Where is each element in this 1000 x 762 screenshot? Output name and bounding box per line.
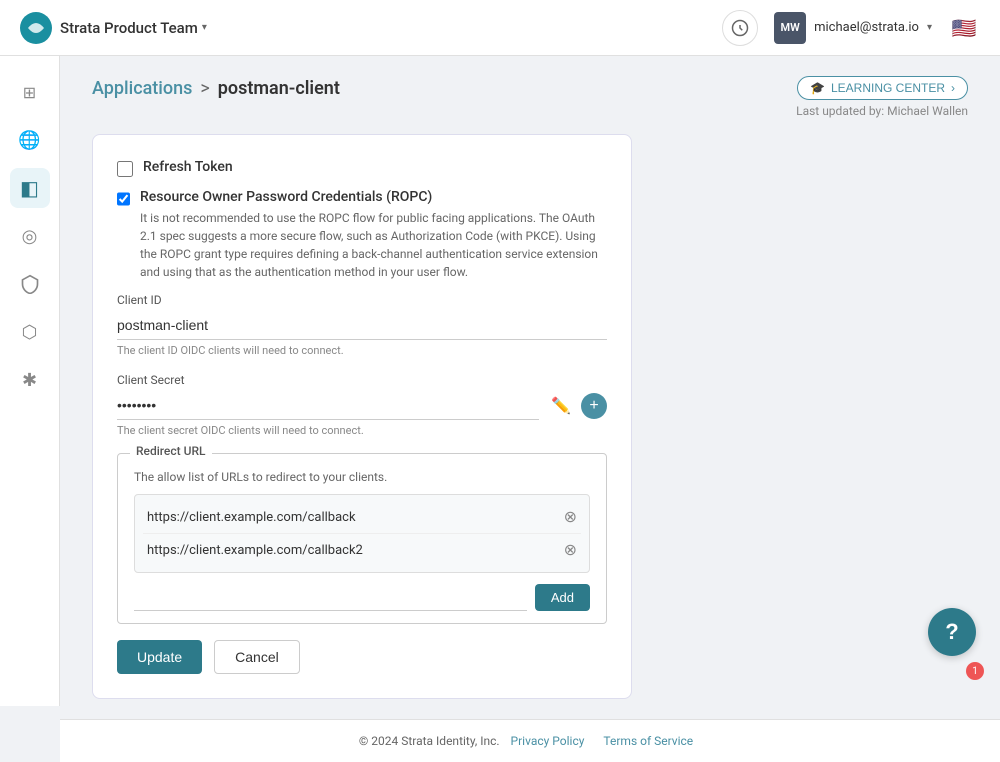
action-row: Update Cancel <box>117 640 607 674</box>
settings-card: Refresh Token Resource Owner Password Cr… <box>92 134 632 699</box>
footer: © 2024 Strata Identity, Inc. Privacy Pol… <box>60 719 1000 762</box>
client-id-group: Client ID The client ID OIDC clients wil… <box>117 293 607 357</box>
add-url-row: Add <box>134 583 590 611</box>
client-secret-label: Client Secret <box>117 373 607 387</box>
logo-icon <box>20 12 52 44</box>
help-badge: 1 <box>966 662 984 680</box>
user-menu[interactable]: MW michael@strata.io ▾ <box>774 12 932 44</box>
add-url-input[interactable] <box>134 583 527 611</box>
client-secret-input[interactable] <box>117 391 539 420</box>
ropc-checkbox[interactable] <box>117 191 130 207</box>
add-secret-button[interactable]: + <box>581 393 607 419</box>
org-name-label: Strata Product Team <box>60 19 198 37</box>
cancel-button[interactable]: Cancel <box>214 640 300 674</box>
add-url-button[interactable]: Add <box>535 584 590 611</box>
sidebar-item-settings[interactable]: ✱ <box>10 360 50 400</box>
ropc-row: Resource Owner Password Credentials (ROP… <box>117 189 607 281</box>
language-flag[interactable]: 🇺🇸 <box>948 12 980 44</box>
learning-center-chevron: › <box>951 81 955 95</box>
client-secret-group: Client Secret ✏️ + The client secret OID… <box>117 373 607 437</box>
top-nav: Strata Product Team ▾ MW michael@strata.… <box>0 0 1000 56</box>
top-nav-right: MW michael@strata.io ▾ 🇺🇸 <box>722 10 980 46</box>
breadcrumb: Applications > postman-client <box>92 78 340 99</box>
breadcrumb-applications-link[interactable]: Applications <box>92 78 192 99</box>
users-icon: ◎ <box>22 226 38 247</box>
gem-icon: ⬡ <box>22 322 38 343</box>
sidebar-item-users[interactable]: ◎ <box>10 216 50 256</box>
globe-icon: 🌐 <box>18 130 40 151</box>
terms-of-service-link[interactable]: Terms of Service <box>603 734 693 748</box>
sidebar: ⊞ 🌐 ◧ ◎ ⬡ ✱ <box>0 56 60 706</box>
help-button[interactable]: ? <box>928 608 976 656</box>
url-item-1: https://client.example.com/callback ⊗ <box>143 501 581 534</box>
graduation-icon: 🎓 <box>810 81 825 95</box>
breadcrumb-separator: > <box>200 78 209 99</box>
breadcrumb-current: postman-client <box>218 78 340 99</box>
main-content: Applications > postman-client 🎓 LEARNING… <box>60 56 1000 719</box>
redirect-url-legend: Redirect URL <box>130 444 212 458</box>
plus-icon: + <box>589 397 598 415</box>
user-avatar: MW <box>774 12 806 44</box>
org-chevron-icon: ▾ <box>202 22 207 33</box>
top-nav-left: Strata Product Team ▾ <box>20 12 207 44</box>
sidebar-item-shield[interactable] <box>10 264 50 304</box>
client-secret-hint: The client secret OIDC clients will need… <box>117 424 607 437</box>
settings-icon: ✱ <box>22 370 37 391</box>
layers-icon: ◧ <box>20 176 39 200</box>
redirect-url-desc: The allow list of URLs to redirect to yo… <box>134 470 590 484</box>
user-chevron-icon: ▾ <box>927 22 932 33</box>
secret-row: ✏️ + <box>117 391 607 420</box>
client-id-input[interactable] <box>117 311 607 340</box>
url-item-2: https://client.example.com/callback2 ⊗ <box>143 534 581 566</box>
update-button[interactable]: Update <box>117 640 202 674</box>
remove-url-2-button[interactable]: ⊗ <box>564 540 577 560</box>
ropc-label[interactable]: Resource Owner Password Credentials (ROP… <box>140 189 432 205</box>
redirect-url-section: Redirect URL The allow list of URLs to r… <box>117 453 607 624</box>
last-updated-text: Last updated by: Michael Wallen <box>92 104 968 118</box>
breadcrumb-row: Applications > postman-client 🎓 LEARNING… <box>92 76 968 100</box>
refresh-token-row: Refresh Token <box>117 159 607 177</box>
sidebar-item-gem[interactable]: ⬡ <box>10 312 50 352</box>
edit-secret-button[interactable]: ✏️ <box>547 392 575 420</box>
notification-icon-btn[interactable] <box>722 10 758 46</box>
question-icon: ? <box>945 619 958 645</box>
client-id-label: Client ID <box>117 293 607 307</box>
privacy-policy-link[interactable]: Privacy Policy <box>511 734 585 748</box>
url-text-1: https://client.example.com/callback <box>147 510 356 525</box>
secret-actions: ✏️ + <box>547 392 607 420</box>
org-selector[interactable]: Strata Product Team ▾ <box>60 19 207 37</box>
url-list: https://client.example.com/callback ⊗ ht… <box>134 494 590 573</box>
sidebar-item-layers[interactable]: ◧ <box>10 168 50 208</box>
sidebar-item-home[interactable]: ⊞ <box>10 72 50 112</box>
ropc-description: It is not recommended to use the ROPC fl… <box>140 209 607 281</box>
home-icon: ⊞ <box>23 83 36 102</box>
footer-copyright: © 2024 Strata Identity, Inc. <box>359 734 500 748</box>
sidebar-item-globe[interactable]: 🌐 <box>10 120 50 160</box>
user-email-label: michael@strata.io <box>814 20 919 35</box>
learning-center-button[interactable]: 🎓 LEARNING CENTER › <box>797 76 968 100</box>
url-text-2: https://client.example.com/callback2 <box>147 543 363 558</box>
ropc-content: Resource Owner Password Credentials (ROP… <box>140 189 607 281</box>
pencil-icon: ✏️ <box>551 396 571 416</box>
client-id-hint: The client ID OIDC clients will need to … <box>117 344 607 357</box>
shield-icon <box>20 274 40 294</box>
refresh-token-checkbox[interactable] <box>117 161 133 177</box>
remove-url-1-button[interactable]: ⊗ <box>564 507 577 527</box>
refresh-token-label[interactable]: Refresh Token <box>143 159 233 175</box>
learning-center-label: LEARNING CENTER <box>831 81 945 95</box>
